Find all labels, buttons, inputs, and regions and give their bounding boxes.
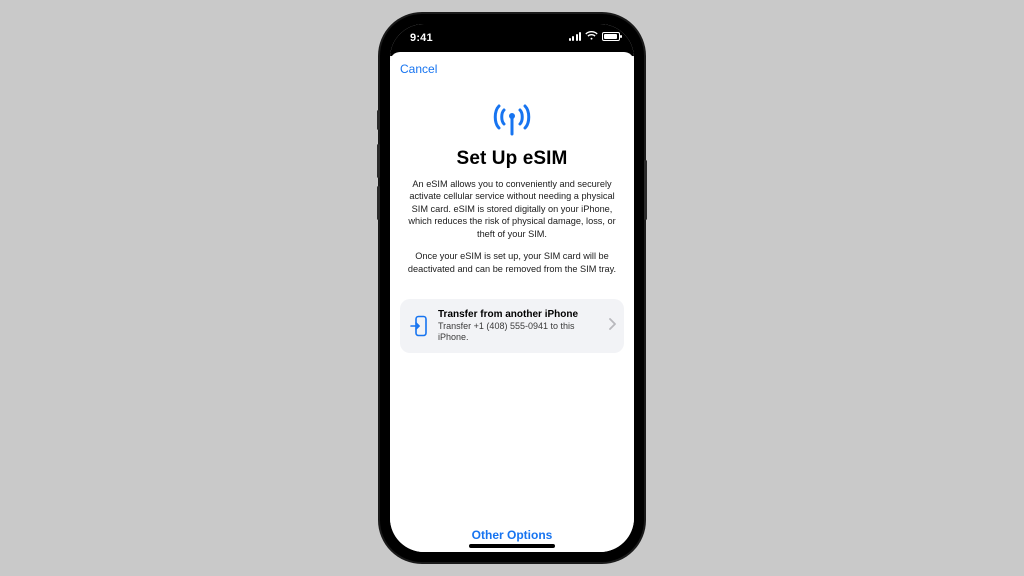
- setup-sheet: Cancel Set Up eSIM An eSIM allows you to…: [390, 52, 634, 552]
- cancel-button[interactable]: Cancel: [400, 62, 437, 76]
- home-indicator[interactable]: [469, 544, 555, 548]
- display-notch: [460, 24, 564, 46]
- cellular-signal-icon: [569, 31, 582, 41]
- transfer-card-text: Transfer from another iPhone Transfer +1…: [438, 309, 598, 344]
- battery-icon: [602, 32, 620, 41]
- volume-down-button: [377, 186, 380, 220]
- sheet-nav: Cancel: [400, 60, 624, 80]
- status-right-cluster: [569, 31, 621, 41]
- intro-paragraph-2: Once your eSIM is set up, your SIM card …: [404, 250, 620, 275]
- chevron-right-icon: [608, 317, 616, 335]
- power-button: [644, 160, 647, 220]
- transfer-card-title: Transfer from another iPhone: [438, 309, 598, 320]
- status-time: 9:41: [410, 32, 433, 44]
- phone-screen: 9:41 Cancel: [390, 24, 634, 552]
- page-title: Set Up eSIM: [400, 148, 624, 170]
- mute-switch: [377, 110, 380, 130]
- screenshot-stage: 9:41 Cancel: [0, 0, 1024, 576]
- iphone-frame: 9:41 Cancel: [380, 14, 644, 562]
- volume-up-button: [377, 144, 380, 178]
- transfer-from-iphone-card[interactable]: Transfer from another iPhone Transfer +1…: [400, 299, 624, 354]
- intro-paragraph-1: An eSIM allows you to conveniently and s…: [404, 178, 620, 240]
- transfer-card-subtitle: Transfer +1 (408) 555-0941 to this iPhon…: [438, 321, 598, 344]
- cellular-antenna-icon: [400, 102, 624, 136]
- transfer-in-icon: [410, 315, 428, 337]
- intro-copy: An eSIM allows you to conveniently and s…: [404, 178, 620, 285]
- wifi-icon: [585, 31, 598, 41]
